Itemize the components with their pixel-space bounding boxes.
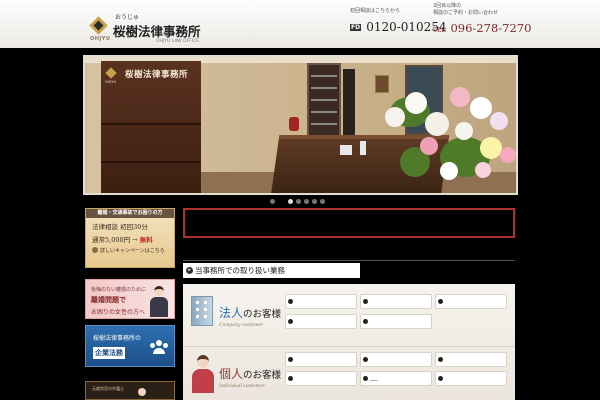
consult-price: 通常5,000円 → — [92, 236, 138, 244]
slide-dot[interactable] — [304, 199, 309, 204]
corp-service-link[interactable] — [285, 294, 357, 309]
bullet-dot-icon — [288, 299, 293, 304]
individual-heading[interactable]: 個人のお客様 Individual customer — [189, 351, 285, 395]
section-divider — [183, 260, 515, 261]
hero-wood-panel: OHJYU 桜樹法律事務所 — [101, 61, 201, 193]
corp-service-link[interactable] — [435, 294, 507, 309]
site-header: OHJYU おうじゅ 桜樹法律事務所 OHJYU LAW OFFICE 初回相談… — [0, 0, 600, 48]
corp-service-link[interactable] — [360, 314, 432, 329]
corp-line-1: 桜樹法律事務所の — [93, 335, 142, 342]
tel-label: TEL — [433, 27, 446, 34]
hero-desk-item — [340, 145, 352, 155]
hero-bookshelf — [307, 63, 341, 143]
campaign-link[interactable]: 詳しいキャンペーンはこちら — [86, 247, 174, 254]
bullet-dot-icon — [288, 319, 293, 324]
corporate-label: のお客様 — [243, 309, 282, 320]
corp-line-2: 企業法務 — [93, 347, 125, 359]
indiv-service-link[interactable]: ___ — [360, 371, 432, 386]
slide-dot[interactable] — [296, 199, 301, 204]
slide-dot[interactable] — [270, 199, 275, 204]
bullet-dot-icon — [363, 299, 368, 304]
corporate-services: 法人のお客様 Company customer — [183, 290, 515, 340]
woman-icon — [191, 355, 215, 393]
first-contact-note: 初回相談はこちらから — [350, 8, 401, 14]
consult-heading: 離婚・交通事故でお困りの方 — [86, 209, 174, 218]
bullet-dot-icon — [363, 376, 368, 381]
individual-services: 個人のお客様 Individual customer ___ — [183, 346, 515, 400]
former-judge-banner[interactable]: 元裁判官の弁護士 — [85, 381, 175, 400]
hero-red-vase — [289, 117, 299, 131]
bullet-icon: ▸ — [186, 267, 193, 274]
second-contact-note-2: 相談のご予約・お問い合わせ — [433, 10, 499, 16]
indiv-service-link[interactable] — [360, 352, 432, 367]
section-title-text: 当事務所での取り扱い業務 — [195, 266, 285, 275]
section-title: ▸ 当事務所での取り扱い業務 — [183, 263, 360, 278]
bullet-dot-icon — [288, 357, 293, 362]
divorce-line-1: 後悔のない離婚のために — [91, 287, 147, 293]
bullet-dot-icon — [363, 357, 368, 362]
bullet-dot-icon — [438, 299, 443, 304]
people-group-icon — [150, 340, 168, 354]
logo-subtext: OHJYU — [90, 36, 111, 42]
bullet-dot-icon — [438, 357, 443, 362]
site-logo[interactable]: OHJYU おうじゅ 桜樹法律事務所 OHJYU LAW OFFICE — [89, 11, 201, 45]
individual-accent: 個人 — [219, 367, 244, 381]
individual-label: のお客様 — [243, 370, 282, 381]
freedial-contact[interactable]: 初回相談はこちらから FD 0120-010254 — [350, 7, 447, 35]
consult-line: 法律相談 初回30分 — [92, 223, 148, 231]
hero-flower-arrangement — [380, 67, 516, 193]
slide-dot[interactable] — [320, 199, 325, 204]
indiv-service-link[interactable] — [285, 352, 357, 367]
building-icon — [191, 296, 213, 326]
divorce-line-3: お困りの女性の方へ — [91, 309, 146, 316]
woman-illustration — [148, 284, 170, 318]
consultation-campaign-banner[interactable]: 離婚・交通事故でお困りの方 法律相談 初回30分 通常5,000円 → 無料 詳… — [85, 208, 175, 268]
corporate-english: Company customer — [219, 323, 264, 328]
divorce-women-banner[interactable]: 後悔のない離婚のために 離婚問題で お困りの女性の方へ — [85, 279, 175, 319]
corporate-accent: 法人 — [219, 306, 244, 320]
slide-dot[interactable] — [312, 199, 317, 204]
corp-service-link[interactable] — [360, 294, 432, 309]
consult-free: 無料 — [139, 236, 153, 244]
arrow-icon — [92, 247, 98, 253]
logo-english: OHJYU LAW OFFICE — [156, 39, 200, 44]
indiv-service-link[interactable] — [435, 352, 507, 367]
services-panel: 法人のお客様 Company customer 個人のお客様 Individua… — [183, 284, 515, 400]
hero-door — [343, 69, 355, 141]
corp-service-link[interactable] — [285, 314, 357, 329]
bullet-dot-icon — [288, 376, 293, 381]
slide-indicators — [270, 199, 330, 204]
logo-diamond-icon — [89, 16, 108, 35]
tel-contact[interactable]: 2回目以降の 相談のご予約・お問い合わせ TEL 096-278-7270 — [433, 3, 543, 36]
panel-logo-sub: OHJYU — [105, 80, 117, 84]
panel-logo-icon — [105, 67, 117, 79]
hero-desk-item — [360, 141, 366, 155]
panel-office-name: 桜樹法律事務所 — [125, 70, 189, 80]
indiv-service-link[interactable] — [285, 371, 357, 386]
divorce-line-2: 離婚問題で — [91, 295, 126, 304]
extra-line-1: 元裁判官の弁護士 — [92, 386, 124, 391]
freedial-icon: FD — [350, 24, 362, 31]
bullet-dot-icon — [363, 319, 368, 324]
hero-slideshow[interactable]: OHJYU 桜樹法律事務所 — [83, 55, 518, 195]
red-outlined-banner[interactable] — [183, 208, 515, 238]
corporate-legal-banner[interactable]: 桜樹法律事務所の 企業法務 — [85, 325, 175, 367]
bullet-dot-icon — [438, 376, 443, 381]
second-contact-note-1: 2回目以降の — [433, 3, 462, 9]
corporate-heading[interactable]: 法人のお客様 Company customer — [189, 290, 285, 334]
indiv-service-link[interactable] — [435, 371, 507, 386]
tel-number[interactable]: 096-278-7270 — [450, 21, 531, 35]
lawyer-photo — [138, 388, 146, 396]
logo-name: 桜樹法律事務所 — [113, 24, 201, 39]
campaign-link-label: 詳しいキャンペーンはこちら — [100, 248, 165, 254]
logo-ruby: おうじゅ — [115, 14, 140, 21]
individual-english: Individual customer — [219, 384, 265, 389]
slide-dot[interactable] — [288, 199, 293, 204]
